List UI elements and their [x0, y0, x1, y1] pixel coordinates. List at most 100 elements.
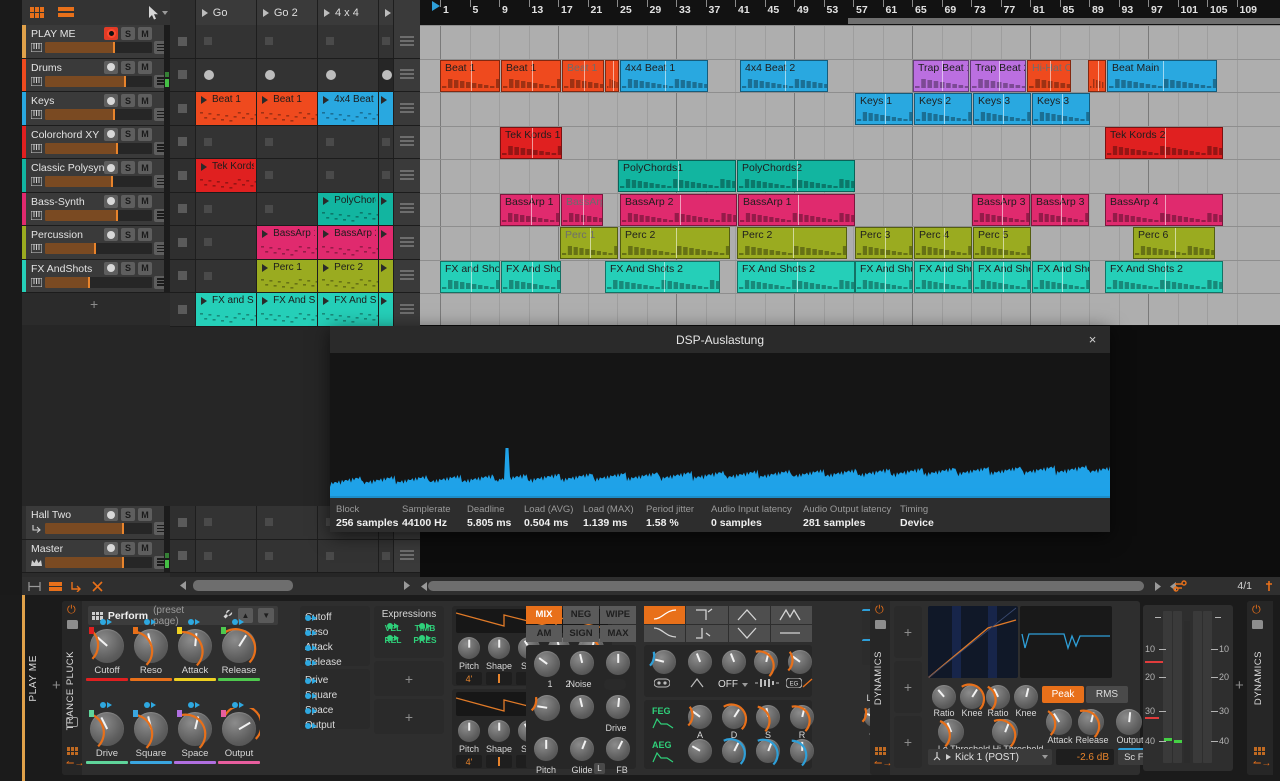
modulator-row[interactable]: Attack [305, 640, 365, 655]
mute-button[interactable]: M [138, 508, 152, 521]
slope-icon[interactable] [802, 678, 814, 691]
clip-slot[interactable] [195, 192, 258, 225]
expression-rel[interactable]: REL [378, 635, 408, 645]
power-icon[interactable]: ⏻ [875, 605, 886, 616]
env-aeg-d[interactable] [722, 739, 746, 763]
eg-badge-icon[interactable]: EG [785, 677, 803, 691]
volume-handle[interactable] [113, 109, 116, 120]
clip-slot-partial[interactable] [379, 25, 395, 58]
osc-field-1[interactable] [486, 672, 512, 685]
clip-slot[interactable]: Perc 1 [257, 259, 319, 292]
scene-go-2[interactable]: Go 2 [256, 0, 318, 25]
expression-vel[interactable]: VEL [378, 623, 408, 633]
env-feg-r[interactable] [790, 705, 814, 729]
volume-handle[interactable] [124, 75, 127, 87]
clip-slot[interactable] [318, 125, 380, 158]
record-arm-button[interactable] [104, 161, 118, 174]
clip-slot[interactable] [318, 159, 380, 192]
solo-button[interactable]: S [121, 161, 135, 174]
volume-slider[interactable] [45, 243, 152, 254]
arrangement-clip[interactable]: FX And Shots [501, 260, 561, 293]
modulator-list-b[interactable]: Drive Square Space Output [300, 669, 370, 731]
filter-knob-2[interactable] [722, 650, 746, 674]
arrangement-clip[interactable]: PolyChords1 [618, 160, 736, 192]
add-track-button[interactable]: + [90, 296, 98, 312]
modulator-arrow-icon[interactable] [305, 644, 317, 651]
stop-clip-button[interactable] [170, 192, 196, 225]
osc-field-1[interactable] [486, 755, 512, 768]
expression-timb[interactable]: TIMB [410, 623, 440, 633]
loop-icon[interactable] [1172, 580, 1188, 595]
filter-shape-grid[interactable] [644, 606, 812, 642]
mixer-knob-6[interactable] [534, 737, 558, 761]
filter-mode-select[interactable]: OFF [718, 678, 748, 690]
volume-handle[interactable] [122, 556, 125, 568]
macro-knob-release[interactable] [222, 629, 256, 663]
arrangement-clip[interactable]: Beat Main [1107, 59, 1217, 92]
modulator-arrow-icon[interactable] [305, 629, 317, 636]
track-header-bass-synth[interactable]: Bass-Synth S M [22, 192, 170, 226]
sidechain-source-select[interactable]: Kick 1 (POST) [928, 749, 1052, 765]
arrangement-clip[interactable]: PolyChords2 [737, 160, 855, 192]
power-icon[interactable]: ⏻ [1252, 605, 1263, 616]
clip-slot-partial[interactable] [379, 92, 395, 125]
macro-knob-space[interactable] [178, 712, 212, 746]
preset-page-header[interactable]: Perform (preset page) ▲ ▼ [88, 605, 278, 627]
timeline-ruler[interactable]: 1 5 9 13 17 21 25 29 33 37 41 45 49 53 57 61 65 69 73 77 81 8… [420, 0, 1280, 25]
modulator-row[interactable]: Drive [305, 673, 365, 688]
arrangement-clip[interactable]: BassArp 2 [620, 193, 737, 226]
mixer-knob-7[interactable] [570, 737, 594, 761]
solo-button[interactable]: S [121, 194, 135, 208]
arr-scrollbar-thumb[interactable] [428, 581, 1144, 591]
arrangement-clip[interactable]: FX And Shots 2 [605, 260, 720, 293]
folder-icon[interactable] [875, 620, 886, 629]
clip-slot[interactable] [195, 226, 258, 259]
list-view-icon[interactable] [58, 7, 74, 18]
stop-clip-button[interactable] [170, 125, 196, 158]
modulator-list-a[interactable]: Cutoff Reso Attack Release [300, 606, 370, 668]
modulation-icon[interactable]: ↼→ [66, 758, 84, 769]
arrangement-clip[interactable]: 4x4 Beat 2 [740, 59, 828, 92]
mixer-link-icon[interactable] [604, 679, 626, 690]
scene-launch-button[interactable] [394, 25, 421, 58]
track-header-keys[interactable]: Keys S M [22, 92, 170, 126]
filter-knob-1[interactable] [688, 650, 712, 674]
macro-mod-arrow-6[interactable] [188, 702, 200, 708]
track-header-classic-polysynth[interactable]: Classic Polysynth S M [22, 159, 170, 193]
volume-slider[interactable] [45, 176, 152, 187]
scene-4x4[interactable]: 4 x 4 [317, 0, 380, 25]
solo-button[interactable]: S [121, 94, 135, 107]
preset-next-button[interactable]: ▼ [258, 608, 275, 623]
arrangement-clip[interactable]: Hi-Hat Or [1027, 59, 1071, 92]
volume-slider[interactable] [45, 209, 152, 221]
clip-slot[interactable] [195, 259, 258, 292]
filter-knob-0[interactable] [652, 650, 676, 674]
mixer-knob-3[interactable] [534, 695, 560, 721]
record-arm-button[interactable] [104, 27, 118, 40]
volume-handle[interactable] [94, 243, 97, 254]
mute-button[interactable]: M [138, 261, 152, 275]
mute-button[interactable]: M [138, 94, 152, 107]
dynamics-device-2[interactable]: ⏻ DYNAMICS ↼→ [1247, 601, 1273, 775]
mixer-section[interactable]: 1 2 Noise Drive Pitch Glide FB L [526, 645, 636, 775]
modulator-row[interactable]: Release [305, 655, 365, 670]
clip-slot-partial[interactable] [379, 159, 395, 192]
mixer-knob-2[interactable] [606, 651, 630, 675]
arrangement-clip[interactable]: FX And Shots [973, 260, 1031, 293]
track-header-fx-andshots[interactable]: FX AndShots S M [22, 259, 170, 293]
volume-slider[interactable] [45, 42, 152, 53]
clip-slot[interactable] [257, 25, 319, 58]
record-arm-button[interactable] [104, 60, 118, 74]
playhead-marker[interactable] [432, 1, 440, 11]
scrollbar-thumb[interactable] [193, 580, 293, 591]
clip-slot[interactable]: FX And Sho... [318, 293, 380, 326]
macro-mod-arrow-1[interactable] [144, 619, 156, 625]
scene-launch-button[interactable] [394, 539, 421, 572]
arrangement-view[interactable]: Beat 1 Beat 1 Beat 1 4x4 Beat 1 4x4 Beat 2 Tr… [420, 25, 1280, 325]
clip-slot[interactable] [318, 58, 380, 91]
env-feg-a[interactable] [688, 705, 712, 729]
wrench-icon[interactable] [222, 609, 233, 623]
macro-mod-arrow-3[interactable] [232, 619, 244, 625]
modulation-icon[interactable]: ↼→ [874, 758, 892, 769]
volume-slider[interactable] [45, 556, 152, 568]
